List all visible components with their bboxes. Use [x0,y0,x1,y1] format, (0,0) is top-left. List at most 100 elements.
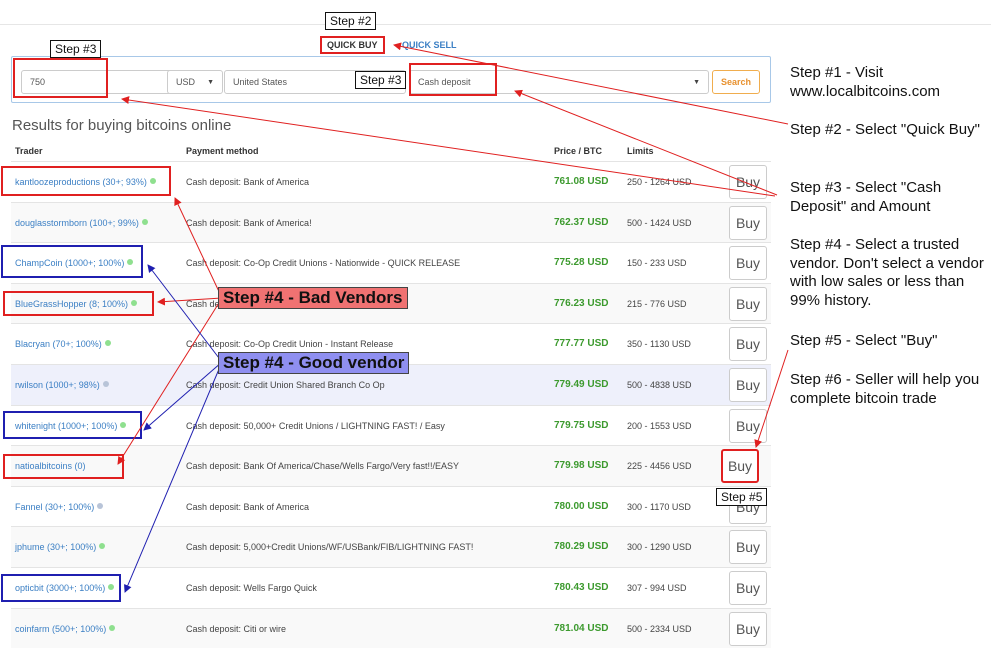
payment-method: Cash deposit: 50,000+ Credit Unions / LI… [186,420,445,431]
chevron-down-icon: ▼ [207,78,214,86]
price: 779.49 USD [554,378,609,390]
trader-link[interactable]: coinfarm (500+; 100%) [15,624,116,634]
buy-button[interactable]: Buy [729,367,767,402]
table-row: douglasstormborn (100+; 99%) Cash deposi… [11,201,771,243]
buy-button[interactable]: Buy [729,246,767,281]
price: 777.77 USD [554,338,609,350]
buy-button[interactable]: Buy [729,327,767,362]
table-row: coinfarm (500+; 100%) Cash deposit: Citi… [11,607,771,649]
bad-vendor-box [1,166,171,196]
instruction-step-6: Step #6 - Seller will help you complete … [790,371,980,407]
chevron-down-icon: ▼ [693,78,700,86]
payment-method: Cash deposit: Bank Of America/Chase/Well… [186,461,459,472]
table-header: Trader Payment method Price / BTC Limits [11,141,771,161]
buy-button[interactable]: Buy [729,530,767,565]
limits: 307 - 994 USD [627,582,687,593]
price: 762.37 USD [554,216,609,228]
instruction-step-1: Step #1 - Visit www.localbitcoins.com [790,64,941,100]
table-row: opticbit (3000+; 100%) Cash deposit: Wel… [11,566,771,608]
payment-method: Cash deposit: Bank of America [186,177,310,187]
limits: 225 - 4456 USD [627,461,692,472]
buy-button[interactable]: Buy [729,165,767,199]
table-row: Fannel (30+; 100%) Cash deposit: Bank of… [11,485,771,527]
buy-button[interactable]: Buy [729,205,767,240]
payment-method: Cash deposit: Bank of America! [186,217,312,228]
column-limits: Limits [627,146,654,156]
trader-link[interactable]: Fannel (30+; 100%) [15,502,104,512]
bad-vendor-box [3,291,154,316]
trader-link[interactable]: douglasstormborn (100+; 99%) [15,218,148,228]
online-status-icon [109,624,116,631]
trader-link[interactable]: Blacryan (70+; 100%) [15,339,111,349]
payment-method: Cash deposit: Wells Fargo Quick [186,582,317,593]
online-status-icon [104,340,111,347]
payment-method: Cash deposit: 5,000+Credit Unions/WF/USB… [186,542,474,553]
price: 775.28 USD [554,257,609,269]
step5-tag: Step #5 [716,488,768,506]
trader-link[interactable]: jphume (30+; 100%) [15,542,106,552]
country-value: United States [233,77,288,87]
buy-button[interactable]: Buy [729,408,767,443]
price: 779.98 USD [554,460,609,472]
payment-method: Cash deposit: Co-Op Credit Unions - Nati… [186,258,461,269]
limits: 500 - 2334 USD [627,623,692,634]
good-vendor-box [3,411,142,439]
currency-value: USD [176,77,196,87]
table-row: jphume (30+; 100%) Cash deposit: 5,000+C… [11,526,771,567]
payment-highlight-box [409,63,497,96]
buy-button[interactable]: Buy [729,611,767,646]
column-price: Price / BTC [554,146,603,156]
instruction-step-5: Step #5 - Select "Buy" [790,332,938,349]
offline-status-icon [102,380,109,387]
currency-select[interactable]: USD ▼ [167,70,223,94]
buy-button[interactable]: Buy [729,570,767,605]
good-vendor-box [1,245,143,278]
payment-method: Cash deposit: Bank of America [186,501,310,512]
limits: 215 - 776 USD [627,298,687,309]
results-table: kantloozeproductions (30+; 93%) Cash dep… [11,161,771,649]
step2-tag: Step #2 [325,12,377,30]
results-title: Results for buying bitcoins online [12,117,232,134]
price: 779.75 USD [554,419,609,431]
price: 761.08 USD [554,176,609,187]
tab-quick-buy[interactable]: QUICK BUY [320,36,385,54]
search-button[interactable]: Search [712,70,760,94]
limits: 500 - 4838 USD [627,379,692,390]
online-status-icon [141,218,148,225]
step3-tag: Step #3 [50,40,102,58]
limits: 150 - 233 USD [627,258,687,269]
good-vendor-banner: Step #4 - Good vendor [218,352,410,374]
payment-method: Cash de [186,298,220,309]
price: 781.04 USD [554,622,609,634]
price: 780.29 USD [554,541,609,553]
online-status-icon [99,543,106,550]
limits: 200 - 1553 USD [627,420,692,431]
payment-method: Cash deposit: Co-Op Credit Union - Insta… [186,339,394,350]
offline-status-icon [97,502,104,509]
step3-tag-payment: Step #3 [355,71,407,89]
instruction-step-4: Step #4 - Select a trusted vendor. Don't… [790,236,984,309]
column-payment-method: Payment method [186,146,259,156]
trader-link[interactable]: rwilson (1000+; 98%) [15,380,109,390]
limits: 300 - 1290 USD [627,542,692,553]
limits: 500 - 1424 USD [627,217,692,228]
payment-method: Cash deposit: Citi or wire [186,623,287,634]
instruction-step-3: Step #3 - Select "Cash Deposit" and Amou… [790,179,942,215]
column-trader: Trader [15,146,43,156]
amount-highlight-box [13,58,108,98]
bad-vendor-box [3,454,124,479]
table-row: natioalbitcoins (0) Cash deposit: Bank O… [11,445,771,486]
buy-button[interactable]: Buy [721,449,759,484]
instruction-step-2: Step #2 - Select "Quick Buy" [790,121,980,138]
payment-method: Cash deposit: Credit Union Shared Branch… [186,379,385,390]
bad-vendors-banner: Step #4 - Bad Vendors [218,287,408,309]
price: 780.00 USD [554,500,609,512]
tab-quick-sell[interactable]: QUICK SELL [402,40,457,50]
buy-button[interactable]: Buy [729,286,767,321]
good-vendor-box [1,574,121,602]
top-divider [0,24,991,25]
price: 776.23 USD [554,297,609,309]
limits: 350 - 1130 USD [627,339,691,350]
limits: 250 - 1264 USD [627,177,692,187]
price: 780.43 USD [554,581,609,593]
